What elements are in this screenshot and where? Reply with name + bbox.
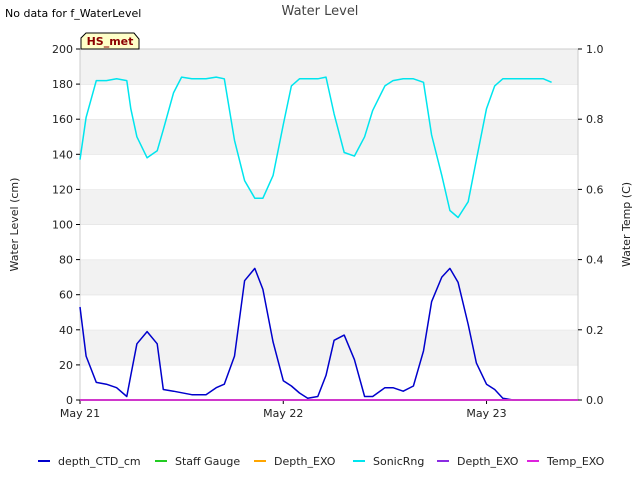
y-tick-label: 20 [59, 359, 73, 372]
plot-band [80, 154, 578, 190]
x-axis-ticks: May 21 May 22 May 23 [60, 400, 507, 420]
y-tick-label: 140 [52, 148, 73, 161]
plot-band [80, 224, 578, 260]
plot-band [80, 189, 578, 225]
y-axis-label: Water Level (cm) [8, 178, 21, 272]
plot-band [80, 294, 578, 330]
y-tick-label: 160 [52, 113, 73, 126]
y-tick-label: 180 [52, 78, 73, 91]
x-tick-label: May 23 [466, 407, 506, 420]
y2-axis-label: Water Temp (C) [620, 182, 633, 267]
y-tick-label: 100 [52, 219, 73, 232]
plot-band [80, 259, 578, 295]
y-axis-ticks: 0 20 40 60 80 100 120 140 160 180 200 [52, 43, 80, 407]
y-tick-label: 120 [52, 183, 73, 196]
y2-tick-label: 0.4 [586, 254, 604, 267]
legend-label: SonicRng [373, 455, 424, 468]
y-tick-label: 80 [59, 254, 73, 267]
y-tick-label: 200 [52, 43, 73, 56]
plot-bands [80, 48, 578, 400]
plot-band [80, 119, 578, 155]
plot-band [80, 364, 578, 400]
station-badge: HS_met [80, 32, 140, 50]
y-tick-label: 0 [66, 394, 73, 407]
y2-tick-label: 0.2 [586, 324, 604, 337]
chart-title: Water Level [282, 4, 359, 19]
y2-tick-label: 0.6 [586, 183, 604, 196]
y2-tick-label: 0.8 [586, 113, 604, 126]
x-tick-label: May 22 [263, 407, 303, 420]
legend-label: depth_CTD_cm [58, 455, 141, 468]
y2-axis-ticks: 0.0 0.2 0.4 0.6 0.8 1.0 [578, 43, 604, 407]
water-level-chart: Water Level 020406080100120140160180200 … [8, 4, 633, 468]
legend-label: Depth_EXO [457, 455, 519, 468]
legend-label: Staff Gauge [175, 455, 240, 468]
legend-label: Temp_EXO [546, 455, 605, 468]
y-tick-label: 40 [59, 324, 73, 337]
legend-label: Depth_EXO [274, 455, 336, 468]
x-tick-label: May 21 [60, 407, 100, 420]
station-badge-label: HS_met [87, 35, 134, 48]
y-tick-label: 60 [59, 289, 73, 302]
y2-tick-label: 1.0 [586, 43, 604, 56]
legend: depth_CTD_cm Staff Gauge Depth_EXO SonicRng… [38, 455, 605, 468]
y2-tick-label: 0.0 [586, 394, 604, 407]
